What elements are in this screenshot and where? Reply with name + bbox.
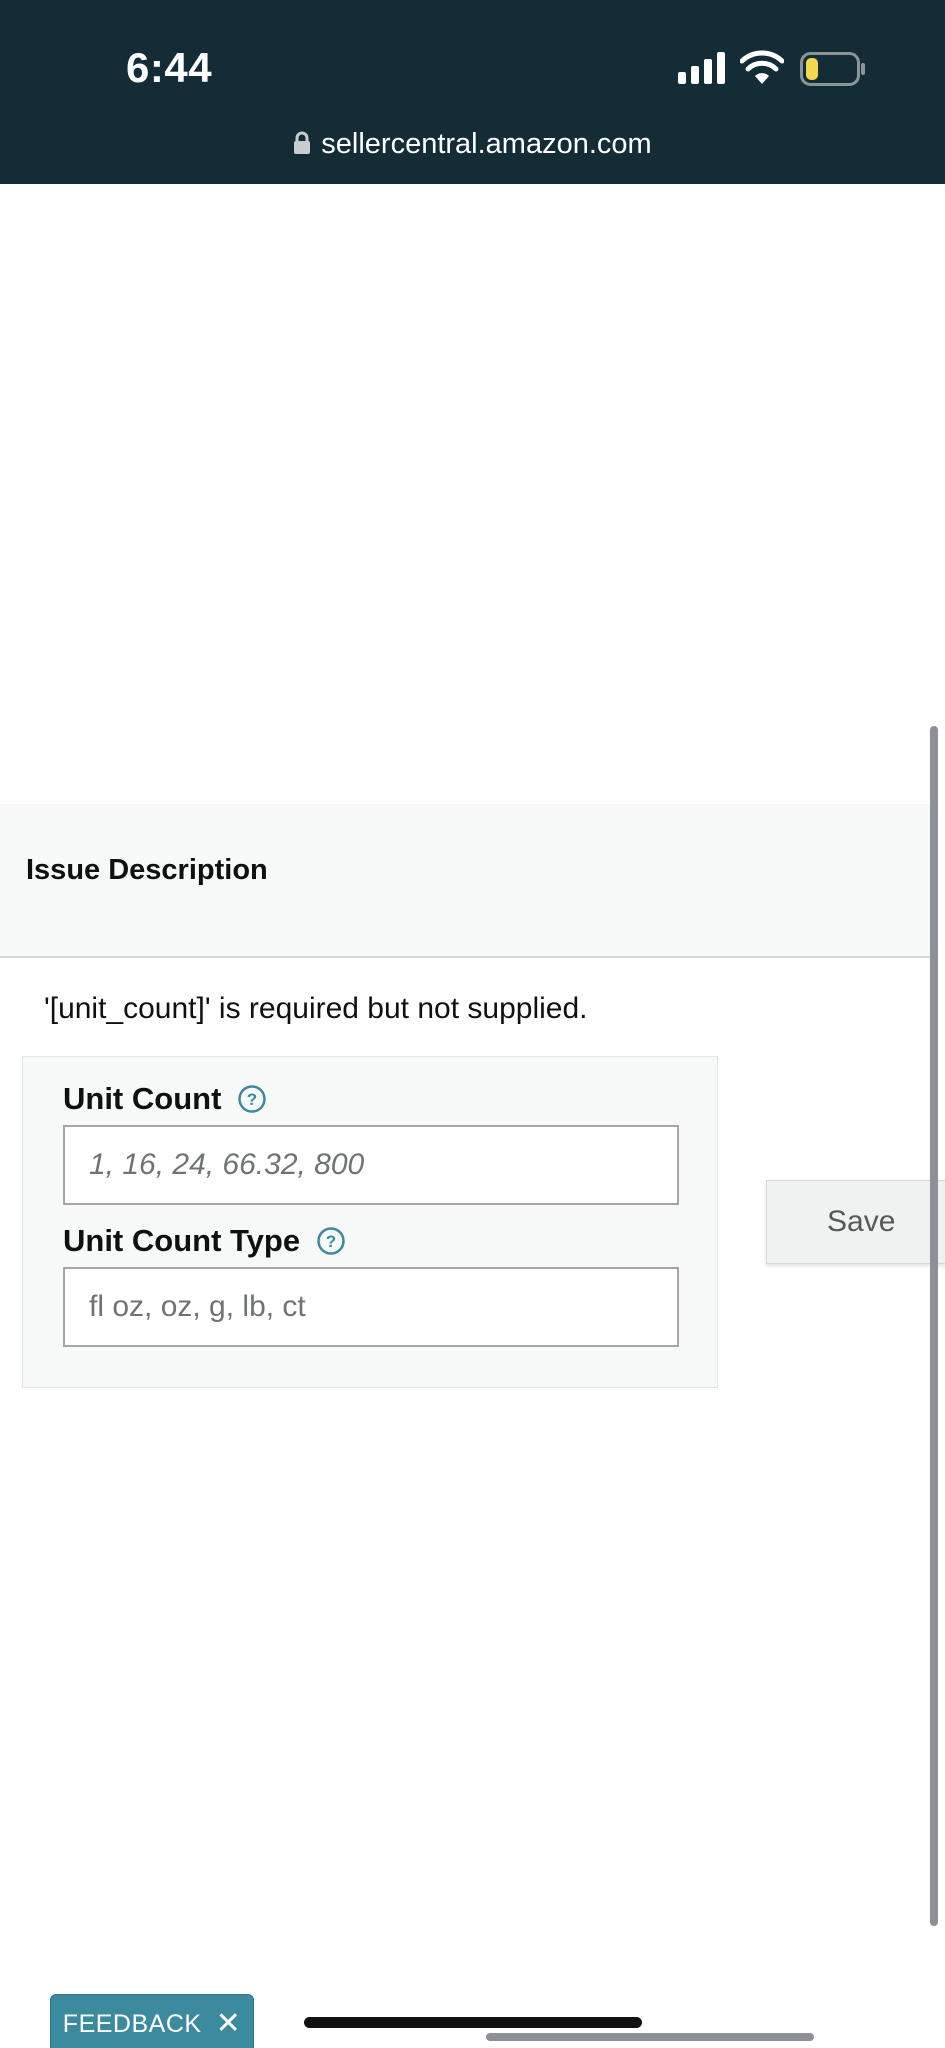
home-indicator[interactable]	[304, 2017, 642, 2028]
status-bar: 6:44 sellercentral.amazon.com	[0, 0, 945, 184]
svg-text:?: ?	[326, 1232, 336, 1251]
url-text: sellercentral.amazon.com	[321, 128, 652, 160]
battery-low-icon	[800, 52, 865, 86]
question-circle-icon[interactable]: ?	[237, 1084, 267, 1114]
feedback-label: FEEDBACK	[62, 2009, 202, 2038]
question-circle-icon[interactable]: ?	[316, 1226, 346, 1256]
feedback-button[interactable]: FEEDBACK ✕	[50, 1994, 254, 2048]
address-bar[interactable]: sellercentral.amazon.com	[0, 128, 945, 161]
close-icon[interactable]: ✕	[216, 2009, 242, 2039]
issue-description-header: Issue Description	[0, 804, 935, 958]
page: 6:44 sellercentral.amazon.com Issue Desc…	[0, 0, 945, 2048]
unit-count-form: Unit Count ? Unit Count Type ?	[22, 1056, 718, 1388]
status-time: 6:44	[126, 44, 213, 91]
lock-icon	[294, 131, 311, 154]
issue-message: '[unit_count]' is required but not suppl…	[44, 992, 588, 1025]
unit-count-type-input[interactable]	[63, 1267, 679, 1347]
save-button[interactable]: Save	[766, 1180, 945, 1264]
issue-title: Issue Description	[26, 854, 268, 886]
unit-count-label-row: Unit Count ?	[63, 1081, 267, 1117]
unit-count-type-label: Unit Count Type	[63, 1223, 301, 1258]
svg-text:?: ?	[247, 1090, 257, 1109]
vertical-scrollbar[interactable]	[930, 726, 938, 1926]
cellular-signal-icon	[678, 52, 725, 84]
unit-count-label: Unit Count	[63, 1081, 222, 1116]
horizontal-scrollbar[interactable]	[486, 2033, 814, 2041]
unit-count-input[interactable]	[63, 1125, 679, 1205]
unit-count-type-label-row: Unit Count Type ?	[63, 1223, 346, 1259]
wifi-icon	[740, 50, 784, 84]
